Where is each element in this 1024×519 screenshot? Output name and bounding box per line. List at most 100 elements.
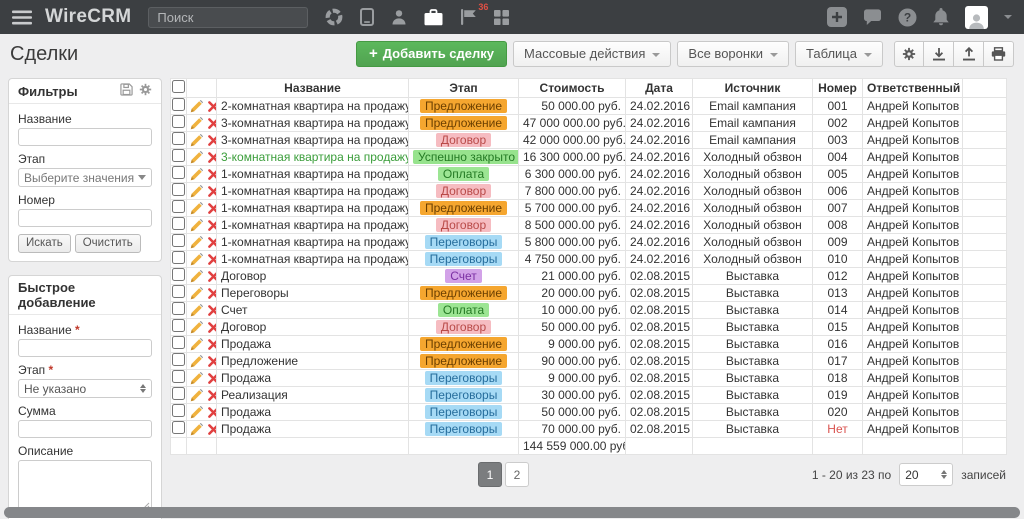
deal-name[interactable]: 1-комнатная квартира на продажу (221, 252, 409, 266)
download-button[interactable] (924, 41, 954, 67)
delete-x-icon[interactable] (208, 356, 216, 367)
delete-x-icon[interactable] (208, 169, 216, 180)
qa-sum-input[interactable] (18, 420, 152, 438)
delete-x-icon[interactable] (208, 390, 216, 401)
delete-x-icon[interactable] (208, 203, 216, 214)
add-deal-button[interactable]: + Добавить сделку (356, 41, 507, 67)
deal-name[interactable]: Договор (221, 320, 266, 334)
delete-x-icon[interactable] (208, 254, 216, 265)
deals-briefcase-icon[interactable] (424, 9, 443, 26)
delete-x-icon[interactable] (208, 152, 216, 163)
page-button-1[interactable]: 1 (478, 462, 502, 487)
row-checkbox[interactable] (172, 132, 185, 145)
row-checkbox[interactable] (172, 404, 185, 417)
row-checkbox[interactable] (172, 370, 185, 383)
delete-x-icon[interactable] (208, 271, 216, 282)
apps-grid-icon[interactable] (494, 10, 509, 25)
row-checkbox[interactable] (172, 149, 185, 162)
edit-pencil-icon[interactable] (190, 151, 203, 164)
filter-search-button[interactable]: Искать (18, 234, 71, 253)
edit-pencil-icon[interactable] (190, 100, 203, 113)
dashboard-icon[interactable] (325, 8, 343, 26)
deal-name[interactable]: 1-комнатная квартира на продажу (221, 218, 409, 232)
deal-name[interactable]: 1-комнатная квартира на продажу (221, 167, 409, 181)
deal-name[interactable]: Счет (221, 303, 248, 317)
row-checkbox[interactable] (172, 302, 185, 315)
column-header-owner[interactable]: Ответственный (863, 79, 963, 98)
column-header-stage[interactable]: Этап (409, 79, 519, 98)
row-checkbox[interactable] (172, 319, 185, 332)
chat-icon[interactable] (863, 9, 882, 26)
add-icon[interactable] (827, 7, 847, 27)
edit-pencil-icon[interactable] (190, 304, 203, 317)
row-checkbox[interactable] (172, 421, 185, 434)
edit-pencil-icon[interactable] (190, 355, 203, 368)
edit-pencil-icon[interactable] (190, 253, 203, 266)
edit-pencil-icon[interactable] (190, 389, 203, 402)
delete-x-icon[interactable] (208, 220, 216, 231)
delete-x-icon[interactable] (208, 424, 216, 435)
deal-name[interactable]: Реализация (221, 388, 288, 402)
delete-x-icon[interactable] (208, 135, 216, 146)
filter-name-input[interactable] (18, 128, 152, 146)
edit-pencil-icon[interactable] (190, 372, 203, 385)
row-checkbox[interactable] (172, 387, 185, 400)
select-all-checkbox[interactable] (172, 80, 185, 93)
delete-x-icon[interactable] (208, 186, 216, 197)
row-checkbox[interactable] (172, 183, 185, 196)
user-menu-caret-icon[interactable] (1004, 15, 1012, 19)
edit-pencil-icon[interactable] (190, 219, 203, 232)
deal-name[interactable]: Предложение (221, 354, 298, 368)
row-checkbox[interactable] (172, 200, 185, 213)
filter-number-input[interactable] (18, 209, 152, 227)
column-header-number[interactable]: Номер (813, 79, 863, 98)
row-checkbox[interactable] (172, 353, 185, 366)
deal-name[interactable]: Продажа (221, 422, 271, 436)
qa-stage-select[interactable]: Не указано (18, 379, 152, 398)
row-checkbox[interactable] (172, 234, 185, 247)
column-header-date[interactable]: Дата (626, 79, 693, 98)
deal-name[interactable]: 3-комнатная квартира на продажу (221, 133, 409, 147)
deal-name[interactable]: 1-комнатная квартира на продажу (221, 184, 409, 198)
save-filter-icon[interactable] (120, 83, 133, 99)
contacts-icon[interactable] (391, 9, 407, 25)
row-checkbox[interactable] (172, 336, 185, 349)
edit-pencil-icon[interactable] (190, 423, 203, 436)
deal-name[interactable]: 3-комнатная квартира на продажу (221, 150, 409, 164)
delete-x-icon[interactable] (208, 118, 216, 129)
delete-x-icon[interactable] (208, 305, 216, 316)
deal-name[interactable]: 1-комнатная квартира на продажу (221, 235, 409, 249)
column-header-name[interactable]: Название (217, 79, 409, 98)
edit-pencil-icon[interactable] (190, 338, 203, 351)
column-header-source[interactable]: Источник (693, 79, 813, 98)
deal-name[interactable]: Договор (221, 269, 266, 283)
row-checkbox[interactable] (172, 285, 185, 298)
deal-name[interactable]: Переговоры (221, 286, 289, 300)
notifications-bell-icon[interactable] (933, 8, 949, 26)
page-size-select[interactable]: 20 (899, 463, 953, 486)
edit-pencil-icon[interactable] (190, 117, 203, 130)
column-header-cost[interactable]: Стоимость (519, 79, 626, 98)
delete-x-icon[interactable] (208, 322, 216, 333)
search-input[interactable] (148, 7, 308, 28)
row-checkbox[interactable] (172, 268, 185, 281)
deal-name[interactable]: Продажа (221, 337, 271, 351)
phone-icon[interactable] (360, 8, 374, 26)
funnel-dropdown[interactable]: Все воронки (677, 41, 789, 67)
row-checkbox[interactable] (172, 217, 185, 230)
edit-pencil-icon[interactable] (190, 287, 203, 300)
menu-icon[interactable] (12, 10, 32, 25)
help-icon[interactable]: ? (898, 8, 917, 27)
flag-icon[interactable]: 36 (460, 9, 477, 25)
edit-pencil-icon[interactable] (190, 202, 203, 215)
print-button[interactable] (984, 41, 1014, 67)
delete-x-icon[interactable] (208, 407, 216, 418)
edit-pencil-icon[interactable] (190, 321, 203, 334)
row-checkbox[interactable] (172, 98, 185, 111)
deal-name[interactable]: 1-комнатная квартира на продажу (221, 201, 409, 215)
row-checkbox[interactable] (172, 166, 185, 179)
bulk-actions-dropdown[interactable]: Массовые действия (513, 41, 671, 67)
row-checkbox[interactable] (172, 251, 185, 264)
deal-name[interactable]: Продажа (221, 405, 271, 419)
filter-clear-button[interactable]: Очистить (75, 234, 141, 253)
